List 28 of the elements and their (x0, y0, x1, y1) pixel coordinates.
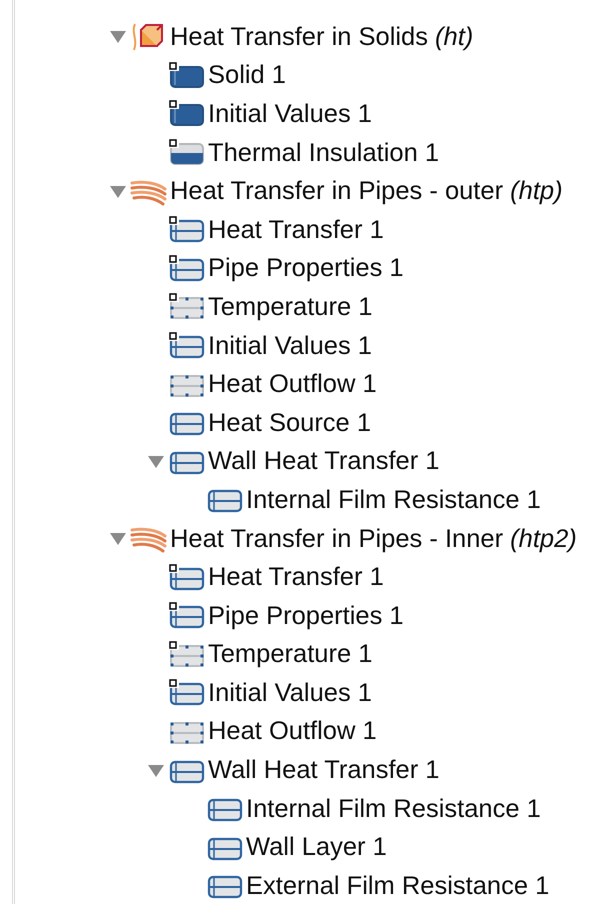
tree-item[interactable]: Heat Transfer 1 (208, 563, 384, 592)
collapse-triangle-icon[interactable] (147, 764, 165, 778)
tree-item[interactable]: Solid 1 (208, 61, 286, 90)
tree-item[interactable]: Initial Values 1 (208, 100, 372, 129)
tree-item[interactable]: Pipe Properties 1 (208, 254, 404, 284)
tree-item[interactable]: Initial Values 1 (208, 678, 372, 708)
collapse-triangle-icon[interactable] (109, 30, 127, 44)
tree-item[interactable]: Heat Source 1 (208, 408, 372, 438)
tree-item[interactable]: Wall Heat Transfer 1 (208, 756, 440, 786)
tree-item[interactable]: Thermal Insulation 1 (208, 138, 440, 168)
tree-item[interactable]: External Film Resistance 1 (246, 872, 550, 901)
tree-item[interactable]: Heat Outflow 1 (208, 717, 377, 746)
tree-item[interactable]: Temperature 1 (208, 640, 372, 670)
tree-item[interactable]: Heat Transfer in Pipes - Inner (htp2) (170, 524, 577, 554)
collapse-triangle-icon[interactable] (109, 184, 127, 199)
tree-item[interactable]: Initial Values 1 (208, 332, 372, 361)
collapse-triangle-icon[interactable] (109, 532, 127, 546)
tree-item[interactable]: Heat Transfer in Solids (ht) (170, 22, 474, 52)
tree-item[interactable]: Internal Film Resistance 1 (246, 486, 541, 515)
tree-item[interactable]: Internal Film Resistance 1 (246, 794, 541, 824)
tree-item[interactable]: Wall Layer 1 (246, 833, 387, 862)
tree-item[interactable]: Heat Transfer in Pipes - outer (htp) (170, 177, 563, 206)
tree-item[interactable]: Heat Transfer 1 (208, 216, 384, 245)
tree-item[interactable]: Wall Heat Transfer 1 (208, 447, 440, 476)
tree-item[interactable]: Temperature 1 (208, 292, 372, 322)
collapse-triangle-icon[interactable] (147, 454, 165, 469)
tree-item[interactable]: Pipe Properties 1 (208, 602, 404, 631)
tree-item[interactable]: Heat Outflow 1 (208, 370, 377, 400)
